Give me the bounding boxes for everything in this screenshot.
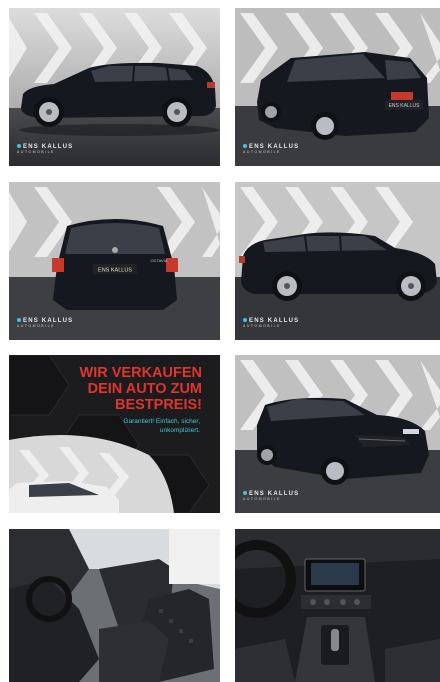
photo-gallery: ENS KALLUS AUTOMOBILE ENS KALLUS ENS KAL… [0, 0, 440, 682]
dealer-watermark: ENS KALLUS AUTOMOBILE [17, 144, 73, 154]
watermark-logo-icon [17, 318, 21, 323]
promo-line-1: WIR VERKAUFEN [79, 365, 202, 381]
photo-rear-three-quarter[interactable]: ENS KALLUS ENS KALLUS AUTOMOBILE [235, 8, 440, 166]
promo-headline: WIR VERKAUFEN DEIN AUTO ZUM BESTPREIS! [52, 365, 202, 413]
watermark-logo-icon [243, 491, 247, 496]
watermark-sub: AUTOMOBILE [17, 150, 55, 154]
dealer-watermark: ENS KALLUS AUTOMOBILE [243, 491, 299, 501]
watermark-logo-icon [17, 144, 21, 149]
photo-side-right[interactable]: ENS KALLUS AUTOMOBILE [235, 182, 440, 340]
photo-rear-three-quarter-image: ENS KALLUS [235, 8, 440, 166]
watermark-logo-icon [243, 318, 247, 323]
dealer-watermark: ENS KALLUS AUTOMOBILE [17, 318, 73, 328]
photo-side-left-image [9, 8, 220, 166]
license-plate: ENS KALLUS [389, 103, 421, 109]
promo-line-2: DEIN AUTO ZUM [87, 381, 202, 397]
photo-interior-seats-image [9, 529, 220, 682]
photo-side-left[interactable]: ENS KALLUS AUTOMOBILE [9, 8, 220, 166]
watermark-logo-icon [243, 144, 247, 149]
promo-subline: Garantiert! Einfach, sicher, unkomplizie… [90, 417, 200, 435]
brand-logo-icon [112, 247, 118, 253]
model-badge: OCTAVIA [151, 258, 168, 263]
photo-interior-console[interactable] [235, 529, 440, 682]
photo-side-right-image [235, 182, 440, 340]
promo-banner[interactable]: WIR VERKAUFEN DEIN AUTO ZUM BESTPREIS! G… [9, 355, 220, 513]
photo-interior-seats[interactable] [9, 529, 220, 682]
promo-line-3: BESTPREIS! [114, 397, 202, 413]
license-plate: ENS KALLUS [98, 268, 132, 274]
watermark-sub: AUTOMOBILE [243, 324, 281, 328]
watermark-sub: AUTOMOBILE [243, 497, 281, 501]
promo-sub-1: Garantiert! Einfach, sicher, [123, 418, 200, 425]
photo-rear[interactable]: ENS KALLUS OCTAVIA ENS KALLUS AUTOMOBILE [9, 182, 220, 340]
promo-sub-2: unkompliziert. [159, 427, 200, 434]
photo-rear-image: ENS KALLUS OCTAVIA [9, 182, 220, 340]
photo-interior-console-image [235, 529, 440, 682]
photo-front-three-quarter-image [235, 355, 440, 513]
dealer-watermark: ENS KALLUS AUTOMOBILE [243, 318, 299, 328]
dealer-watermark: ENS KALLUS AUTOMOBILE [243, 144, 299, 154]
photo-front-three-quarter[interactable]: ENS KALLUS AUTOMOBILE [235, 355, 440, 513]
watermark-sub: AUTOMOBILE [243, 150, 281, 154]
watermark-sub: AUTOMOBILE [17, 324, 55, 328]
